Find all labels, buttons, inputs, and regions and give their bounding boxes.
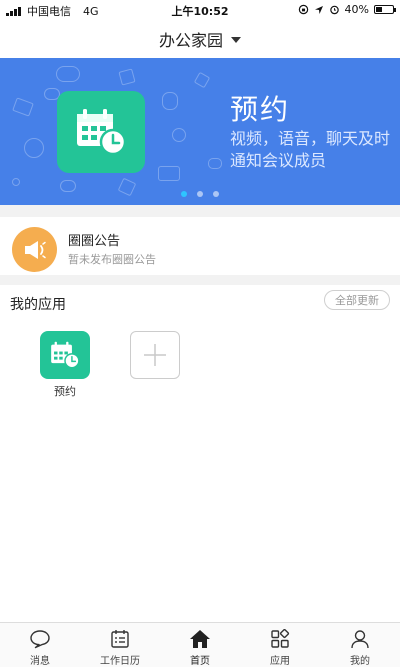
tab-label: 工作日历 bbox=[100, 656, 140, 667]
tab-home[interactable]: 首页 bbox=[160, 623, 240, 667]
chat-doodle-icon bbox=[208, 158, 222, 169]
mic-doodle-icon bbox=[162, 92, 178, 110]
chat-doodle-icon bbox=[56, 66, 80, 82]
apps-grid-icon bbox=[270, 628, 290, 650]
chat-bubble-icon bbox=[29, 628, 51, 650]
work-calendar-icon bbox=[110, 628, 130, 650]
box-doodle-icon bbox=[118, 68, 136, 86]
tab-label: 应用 bbox=[270, 656, 290, 667]
camera-doodle-icon bbox=[158, 166, 180, 181]
tab-me[interactable]: 我的 bbox=[320, 623, 400, 667]
announcement-card[interactable]: 圈圈公告 暂未发布圈圈公告 bbox=[0, 217, 400, 275]
rotation-lock-icon bbox=[298, 4, 308, 15]
dot-doodle-icon bbox=[12, 178, 20, 186]
tab-apps[interactable]: 应用 bbox=[240, 623, 320, 667]
tab-label: 我的 bbox=[350, 656, 370, 667]
section-divider bbox=[0, 205, 400, 217]
banner-carousel[interactable]: 预约 视频，语音，聊天及时通知会议成员 bbox=[0, 58, 400, 205]
app-item-booking[interactable]: 预约 bbox=[38, 331, 92, 399]
tab-messages[interactable]: 消息 bbox=[0, 623, 80, 667]
chevron-down-icon bbox=[231, 37, 241, 43]
location-icon bbox=[314, 5, 323, 14]
plus-icon bbox=[144, 344, 166, 366]
box-doodle-icon bbox=[193, 71, 211, 89]
carousel-dot[interactable] bbox=[197, 191, 203, 197]
calendar-clock-icon bbox=[77, 109, 127, 156]
section-divider bbox=[0, 275, 400, 285]
carousel-dots bbox=[0, 191, 400, 197]
card-doodle-icon bbox=[12, 97, 34, 117]
battery-percent: 40% bbox=[344, 3, 369, 16]
banner-subtitle: 视频，语音，聊天及时通知会议成员 bbox=[230, 129, 391, 170]
status-right: 40% bbox=[298, 3, 396, 16]
announcement-subtitle: 暂未发布圈圈公告 bbox=[68, 253, 156, 266]
update-all-button[interactable]: 全部更新 bbox=[324, 290, 390, 310]
nav-title-dropdown[interactable]: 办公家园 bbox=[0, 20, 400, 58]
battery-fill bbox=[376, 7, 383, 12]
home-icon bbox=[189, 628, 211, 650]
carousel-dot[interactable] bbox=[213, 191, 219, 197]
megaphone-icon bbox=[12, 227, 57, 272]
clock-doodle-icon bbox=[172, 128, 186, 142]
add-app-button[interactable] bbox=[130, 331, 180, 379]
person-icon bbox=[350, 628, 370, 650]
tab-label: 首页 bbox=[190, 656, 210, 667]
battery-icon bbox=[374, 5, 396, 14]
announcement-title: 圈圈公告 bbox=[68, 234, 121, 249]
alarm-icon bbox=[329, 5, 339, 15]
carousel-dot[interactable] bbox=[181, 191, 187, 197]
banner-app-icon bbox=[57, 91, 145, 173]
tab-label: 消息 bbox=[30, 656, 50, 667]
bottom-tab-bar: 消息 工作日历 首页 应用 我的 bbox=[0, 622, 400, 667]
page-title: 办公家园 bbox=[158, 31, 223, 50]
status-bar: 中国电信 4G 上午10:52 40% bbox=[0, 0, 400, 20]
my-apps-title: 我的应用 bbox=[10, 297, 66, 313]
tab-work-calendar[interactable]: 工作日历 bbox=[80, 623, 160, 667]
banner-title: 预约 bbox=[230, 93, 291, 126]
calendar-clock-icon bbox=[40, 331, 90, 379]
app-label: 预约 bbox=[54, 385, 76, 398]
clock-doodle-icon bbox=[24, 138, 44, 158]
